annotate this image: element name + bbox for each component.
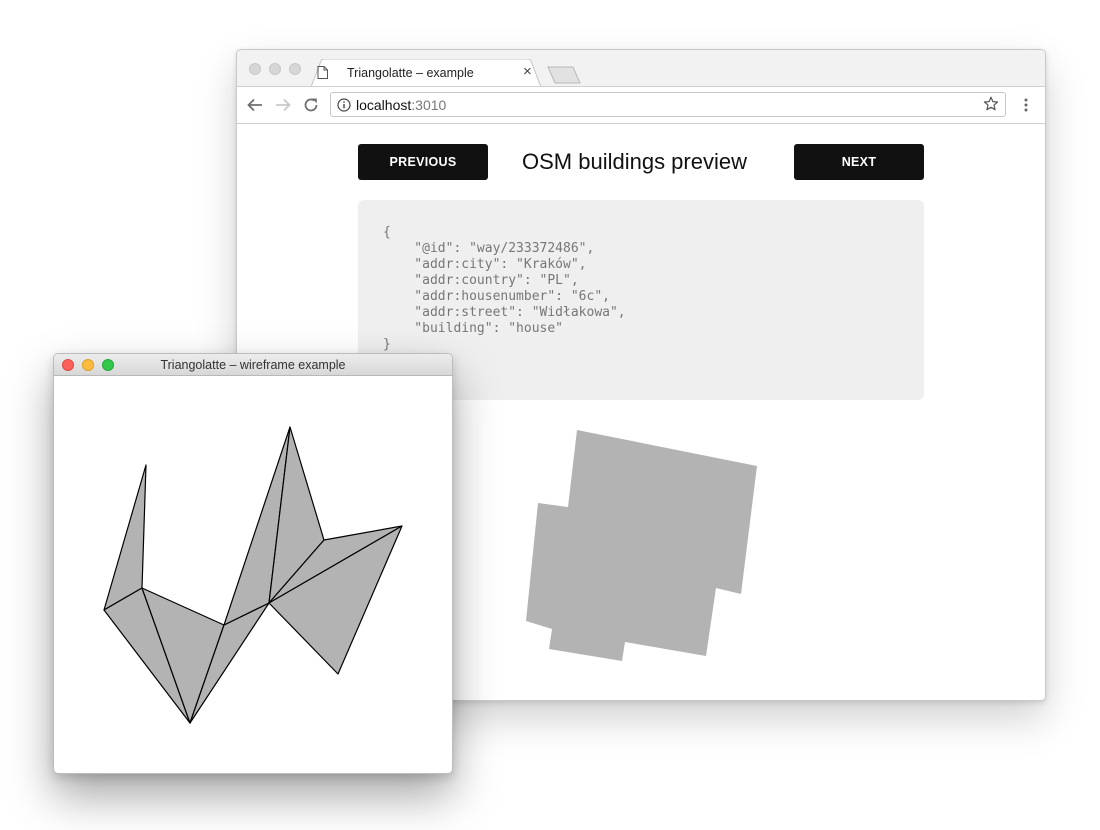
window-minimize-button[interactable] — [269, 63, 281, 75]
window-close-button[interactable] — [249, 63, 261, 75]
wireframe-window: Triangolatte – wireframe example — [53, 353, 453, 774]
tab-strip: Triangolatte – example × — [237, 50, 1045, 87]
window-zoom-button[interactable] — [289, 63, 301, 75]
tab-active[interactable]: Triangolatte – example × — [311, 59, 542, 87]
wireframe-titlebar: Triangolatte – wireframe example — [54, 354, 452, 376]
url-port: :3010 — [411, 97, 447, 113]
tab-close-icon[interactable]: × — [523, 64, 532, 80]
wireframe-window-title: Triangolatte – wireframe example — [160, 358, 346, 372]
tab-title: Triangolatte – example — [347, 66, 474, 80]
building-footprint — [526, 430, 757, 661]
star-icon[interactable] — [983, 96, 999, 117]
address-bar[interactable]: localhost:3010 — [330, 92, 1006, 117]
info-icon[interactable] — [337, 98, 351, 117]
wireframe-canvas — [103, 426, 403, 724]
url-text: localhost:3010 — [356, 97, 446, 113]
kebab-menu-icon[interactable] — [1023, 97, 1029, 118]
mesh-triangle — [103, 464, 147, 611]
arrow-left-icon[interactable] — [246, 96, 264, 114]
browser-toolbar: localhost:3010 — [237, 86, 1045, 124]
arrow-right-icon[interactable] — [274, 96, 292, 114]
url-host: localhost — [356, 97, 412, 113]
reload-icon[interactable] — [302, 96, 320, 114]
triangle-mesh — [103, 426, 403, 724]
